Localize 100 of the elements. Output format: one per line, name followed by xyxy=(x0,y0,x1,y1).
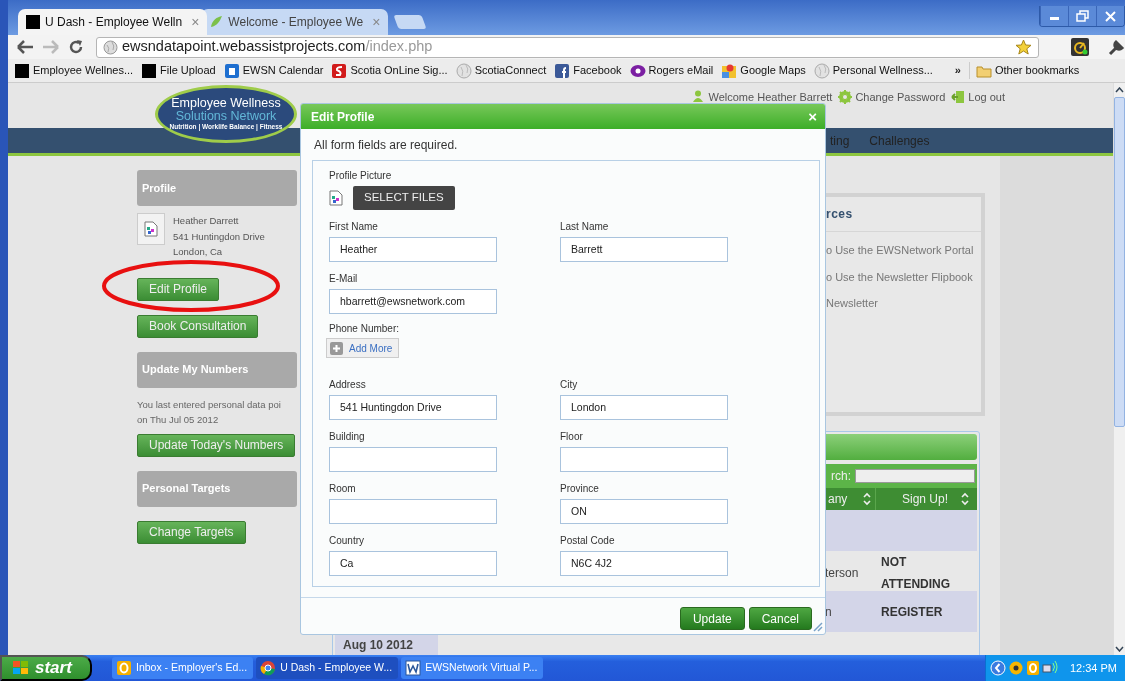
mail-app-icon xyxy=(116,660,132,676)
resource-link[interactable]: Newsletter xyxy=(826,295,981,312)
section-heading: Profile xyxy=(137,170,297,206)
field-label: Country xyxy=(329,535,365,547)
field-label: Profile Picture xyxy=(329,170,393,182)
clock: 12:34 PM xyxy=(1069,660,1117,676)
input-field[interactable] xyxy=(329,499,497,524)
leaf-icon xyxy=(209,15,224,29)
scroll-up-icon[interactable] xyxy=(1115,86,1124,93)
field-label: E-Mail xyxy=(329,273,359,285)
form-note: All form fields are required. xyxy=(314,137,459,153)
globe-icon xyxy=(813,62,830,79)
field-label: Last Name xyxy=(560,221,610,233)
plus-icon xyxy=(330,341,343,355)
resize-grip-icon[interactable] xyxy=(812,621,823,632)
mail-icon xyxy=(629,62,646,79)
taskbar-item[interactable]: EWSNetwork Virtual P... xyxy=(401,657,544,679)
browser-icon xyxy=(260,660,277,676)
resource-link[interactable]: o Use the EWSNetwork Portal xyxy=(826,242,981,259)
address-field[interactable]: ewsndatapoint.webassistprojects.com/index.php xyxy=(96,36,1039,58)
input-field[interactable]: ON xyxy=(560,499,728,524)
field-label: Province xyxy=(560,483,600,495)
field-label: Building xyxy=(329,431,366,443)
input-field[interactable]: 541 Huntingdon Drive xyxy=(329,395,497,420)
user-link[interactable]: Log out xyxy=(951,89,1005,106)
note-text: You last entered personal data poi xyxy=(137,397,281,412)
search-field[interactable] xyxy=(855,469,975,483)
user-link[interactable]: Welcome Heather Barrett xyxy=(691,89,833,106)
table-cell-text: terson xyxy=(825,565,859,582)
profile-text: 541 Huntingdon Drive xyxy=(173,229,265,244)
bookmark-link[interactable]: EWSN Calendar xyxy=(223,62,324,79)
table-cell-text: Aug 10 2012 xyxy=(343,637,414,654)
input-field[interactable]: N6C 4J2 xyxy=(560,551,728,576)
new-tab-button[interactable] xyxy=(393,15,428,29)
section-heading: Personal Targets xyxy=(137,470,297,507)
reload-icon[interactable] xyxy=(68,39,84,55)
close-icon[interactable] xyxy=(1103,9,1118,23)
table-cell-text: REGISTER xyxy=(880,603,943,621)
resource-link[interactable]: o Use the Newsletter Flipbook xyxy=(826,268,981,285)
social-icon xyxy=(554,62,571,79)
add-more-button[interactable]: Add More xyxy=(326,338,400,358)
bookmark-link[interactable]: Employee Wellnes... xyxy=(14,62,134,79)
flower-icon[interactable] xyxy=(1007,660,1024,676)
bookmark-link[interactable]: Personal Wellness... xyxy=(813,62,933,79)
bookmark-link[interactable]: Google Maps xyxy=(721,62,806,79)
gauge-icon[interactable] xyxy=(1071,38,1089,56)
taskbar-item[interactable]: U Dash - Employee W... xyxy=(256,657,399,679)
bookmark-folder[interactable]: Other bookmarks xyxy=(968,62,1080,79)
broken-image-icon xyxy=(144,221,158,237)
input-field[interactable]: Heather xyxy=(329,237,497,262)
user-link[interactable]: Change Password xyxy=(838,89,946,106)
input-field[interactable] xyxy=(329,447,497,472)
back-icon[interactable] xyxy=(16,40,34,54)
page-icon xyxy=(26,15,40,29)
url-text: ewsndatapoint.webassistprojects.com/index.php xyxy=(122,37,433,57)
bookmark-link[interactable]: Scotia OnLine Sig... xyxy=(331,62,448,79)
folder-icon xyxy=(975,63,992,78)
sort-icon xyxy=(961,492,969,506)
input-field[interactable]: Ca xyxy=(329,551,497,576)
input-field[interactable]: hbarrett@ewsnetwork.com xyxy=(329,289,497,314)
scrollbar-thumb[interactable] xyxy=(1114,97,1125,427)
dialog-button[interactable]: Update xyxy=(679,607,745,630)
chevron-icon[interactable] xyxy=(989,660,1006,676)
person-icon xyxy=(691,90,706,105)
scroll-down-icon[interactable] xyxy=(1115,645,1124,652)
bookmark-link[interactable]: File Upload xyxy=(141,62,216,79)
bookmark-link[interactable]: Rogers eMail xyxy=(629,62,714,79)
bookmark-link[interactable]: Facebook xyxy=(554,62,622,79)
field-label: City xyxy=(560,379,579,391)
dialog-button[interactable]: Cancel xyxy=(748,607,812,630)
taskbar-item[interactable]: Inbox - Employer's Ed... xyxy=(112,657,254,679)
mail-app-icon[interactable] xyxy=(1025,660,1040,676)
globe-icon xyxy=(103,39,118,55)
network-icon[interactable] xyxy=(1041,660,1060,676)
note-text: on Thu Jul 05 2012 xyxy=(137,412,220,427)
table-cell-text: NOT ATTENDING xyxy=(880,554,952,593)
field-label: Floor xyxy=(560,431,584,443)
page-icon xyxy=(14,62,30,79)
map-icon xyxy=(721,62,738,79)
search-label: rch: xyxy=(831,468,851,485)
field-label: Postal Code xyxy=(560,535,616,547)
forward-icon[interactable] xyxy=(42,40,60,54)
profile-text: Heather Darrett xyxy=(173,214,240,228)
input-field[interactable]: London xyxy=(560,395,728,420)
browser-tab[interactable]: U Dash - Employee Welln × xyxy=(18,9,208,35)
gear-icon xyxy=(838,90,853,105)
select-files-button[interactable]: SELECT FILES xyxy=(353,186,455,210)
bookmarks-overflow-button[interactable]: » xyxy=(954,62,961,79)
star-icon[interactable] xyxy=(1015,39,1032,55)
field-label: First Name xyxy=(329,221,379,233)
dialog-title: Edit Profile xyxy=(311,108,375,126)
door-icon xyxy=(951,90,966,105)
bookmark-link[interactable]: ScotiaConnect xyxy=(455,62,547,79)
swirl-icon xyxy=(331,62,348,79)
restore-icon[interactable] xyxy=(1075,9,1090,23)
page-icon xyxy=(141,62,158,79)
input-field[interactable]: Barrett xyxy=(560,237,728,262)
input-field[interactable] xyxy=(560,447,728,472)
profile-text: London, Ca xyxy=(173,245,224,259)
sort-icon xyxy=(863,492,871,506)
